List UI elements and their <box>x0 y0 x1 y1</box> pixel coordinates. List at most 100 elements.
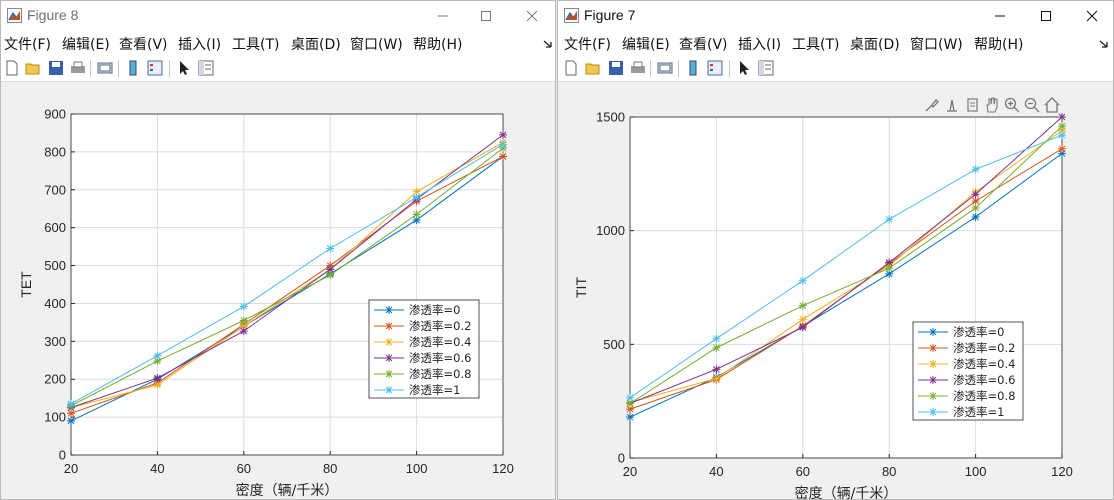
legend-label: 渗透率=0.8 <box>953 389 1015 403</box>
data-point <box>1058 144 1066 153</box>
title-bar[interactable]: Figure 7 <box>558 1 1113 31</box>
window-title: Figure 8 <box>27 7 79 23</box>
matlab-icon <box>564 8 579 23</box>
data-point <box>239 316 248 325</box>
open-file-icon[interactable] <box>24 59 42 77</box>
menu-insert[interactable]: 插入(I) <box>178 34 221 54</box>
print-icon[interactable] <box>629 59 647 77</box>
menu-tools[interactable]: 工具(T) <box>792 34 839 54</box>
menu-desktop[interactable]: 桌面(D) <box>291 34 341 54</box>
menu-file[interactable]: 文件(F) <box>564 34 611 54</box>
y-tick-label: 400 <box>44 296 66 311</box>
data-point <box>153 380 162 389</box>
legend: 渗透率=0 渗透率=0.2 渗透率=0.4 渗透率=0.6 渗透率=0.8 渗透率=1 <box>368 299 480 399</box>
menu-file[interactable]: 文件(F) <box>4 34 51 54</box>
print-icon[interactable] <box>69 59 87 77</box>
close-button[interactable] <box>514 5 550 27</box>
minimize-button[interactable] <box>425 5 461 27</box>
dock-arrow-icon[interactable] <box>543 39 553 49</box>
link-plot-icon[interactable] <box>96 59 114 77</box>
x-tick-label: 40 <box>150 461 164 476</box>
data-point <box>971 213 980 222</box>
legend-marker <box>929 376 937 384</box>
figure-7-window[interactable]: Figure 7 文件(F) 编辑(E) 查看(V) 插入(I) 工具(T) 桌… <box>557 0 1114 500</box>
legend-icon[interactable] <box>706 59 724 77</box>
x-tick-label: 60 <box>796 464 810 479</box>
menu-edit[interactable]: 编辑(E) <box>62 34 110 54</box>
menu-view[interactable]: 查看(V) <box>119 34 168 54</box>
minimize-button[interactable] <box>982 5 1018 27</box>
colorbar-icon[interactable] <box>684 59 702 77</box>
legend-icon[interactable] <box>146 59 164 77</box>
data-point <box>326 244 335 253</box>
new-figure-icon[interactable] <box>562 59 580 77</box>
y-axis-label: TIT <box>573 277 589 298</box>
menu-help[interactable]: 帮助(H) <box>413 34 462 54</box>
close-button[interactable] <box>1074 5 1110 27</box>
menu-window[interactable]: 窗口(W) <box>350 34 403 54</box>
open-file-icon[interactable] <box>584 59 602 77</box>
legend-marker <box>385 306 393 314</box>
data-point <box>712 374 721 383</box>
x-tick-label: 20 <box>623 464 637 479</box>
legend-label: 渗透率=0.4 <box>409 335 471 349</box>
figure-8-window[interactable]: Figure 8 文件(F) 编辑(E) 查看(V) 插入(I) 工具(T) 桌… <box>0 0 556 500</box>
data-point <box>971 165 980 174</box>
link-plot-icon[interactable] <box>656 59 674 77</box>
maximize-icon <box>1041 11 1051 21</box>
x-axis-label: 密度（辆/千米） <box>795 485 898 500</box>
figure-8-chart[interactable]: 20 40 60 80 100 120 0 100 200 300 400 500 600 700 800 9… <box>1 82 556 500</box>
minimize-icon <box>995 15 1005 17</box>
y-tick-label: 500 <box>603 337 625 352</box>
menu-desktop[interactable]: 桌面(D) <box>850 34 900 54</box>
menu-window[interactable]: 窗口(W) <box>910 34 963 54</box>
data-point <box>798 323 807 332</box>
y-tick-label: 900 <box>44 107 66 122</box>
property-inspector-icon[interactable] <box>197 59 215 77</box>
menu-bar: 文件(F) 编辑(E) 查看(V) 插入(I) 工具(T) 桌面(D) 窗口(W… <box>558 31 1113 55</box>
save-icon[interactable] <box>47 59 65 77</box>
menu-bar: 文件(F) 编辑(E) 查看(V) 插入(I) 工具(T) 桌面(D) 窗口(W… <box>1 31 555 55</box>
data-point <box>626 393 634 402</box>
legend-marker <box>929 392 937 400</box>
save-icon[interactable] <box>607 59 625 77</box>
legend-label: 渗透率=0.6 <box>409 351 471 365</box>
legend-label: 渗透率=0.2 <box>953 341 1015 355</box>
toolbar-separator <box>678 60 679 77</box>
title-bar[interactable]: Figure 8 <box>1 1 555 31</box>
legend-marker <box>385 354 393 362</box>
menu-tools[interactable]: 工具(T) <box>232 34 279 54</box>
colorbar-icon[interactable] <box>124 59 142 77</box>
data-point <box>1058 122 1066 131</box>
pointer-icon[interactable] <box>175 59 193 77</box>
data-point <box>499 140 507 149</box>
toolbar <box>1 57 555 82</box>
toolbar-separator <box>118 60 119 77</box>
legend: 渗透率=0 渗透率=0.2 渗透率=0.4 渗透率=0.6 渗透率=0.8 渗透率=1 <box>912 321 1024 421</box>
dock-arrow-icon[interactable] <box>1099 39 1109 49</box>
data-point <box>1058 113 1066 121</box>
data-point <box>712 343 721 352</box>
data-point <box>153 374 162 383</box>
data-point <box>798 315 807 324</box>
x-tick-label: 80 <box>323 461 337 476</box>
menu-view[interactable]: 查看(V) <box>679 34 728 54</box>
maximize-button[interactable] <box>1028 5 1064 27</box>
minimize-icon <box>438 15 448 17</box>
property-inspector-icon[interactable] <box>757 59 775 77</box>
x-tick-label: 120 <box>1051 464 1073 479</box>
menu-insert[interactable]: 插入(I) <box>738 34 781 54</box>
y-tick-label: 500 <box>44 258 66 273</box>
x-tick-label: 100 <box>406 461 428 476</box>
data-point <box>798 301 807 310</box>
pointer-icon[interactable] <box>735 59 753 77</box>
figure-7-chart[interactable]: 20 40 60 80 100 120 0 500 1000 1500 密度（辆/千米） TIT 渗透率… <box>558 82 1114 500</box>
maximize-button[interactable] <box>468 5 504 27</box>
new-figure-icon[interactable] <box>3 59 21 77</box>
legend-marker <box>385 386 393 394</box>
menu-help[interactable]: 帮助(H) <box>974 34 1023 54</box>
data-point <box>885 215 894 224</box>
x-tick-label: 60 <box>237 461 251 476</box>
legend-label: 渗透率=0.2 <box>409 319 471 333</box>
menu-edit[interactable]: 编辑(E) <box>622 34 670 54</box>
